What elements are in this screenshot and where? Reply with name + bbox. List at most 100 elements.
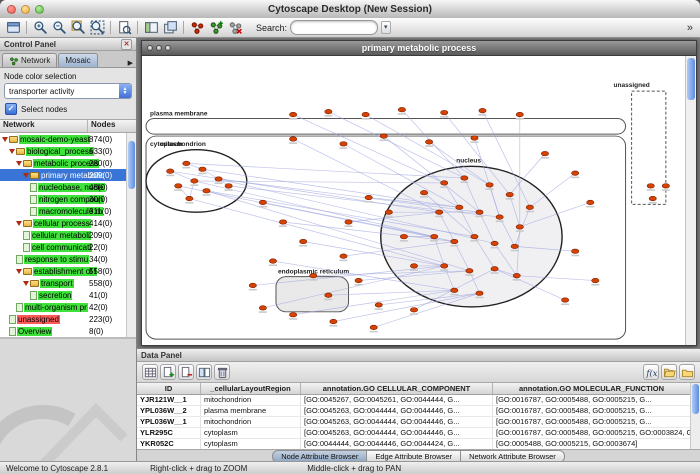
network-node[interactable] (541, 151, 548, 155)
network-node[interactable] (183, 161, 190, 165)
tree-row[interactable]: multi-organism pr42(0) (0, 301, 127, 313)
combobox-arrows-icon[interactable]: ▲▼ (119, 84, 131, 98)
network-node[interactable] (186, 196, 193, 200)
network-node[interactable] (199, 167, 206, 171)
network-node[interactable] (461, 176, 468, 180)
tree-row-label[interactable]: response to stimu (24, 255, 89, 264)
table-cell[interactable]: [GO:0045263, GO:0044444, GO:0044446, G..… (301, 417, 493, 427)
network-node[interactable] (355, 278, 362, 282)
table-cell[interactable]: [GO:0016787, GO:0005488, GO:0005215, G..… (493, 406, 691, 416)
network-node[interactable] (345, 220, 352, 224)
network-node[interactable] (441, 110, 448, 114)
tree-row[interactable]: cellular process414(0) (0, 217, 127, 229)
network-graph[interactable]: plasma membranecytoplasmmitochondrionnuc… (142, 56, 686, 345)
table-cell[interactable]: [GO:0045267, GO:0045261, GO:0044444, G..… (301, 395, 493, 405)
tree-row[interactable]: nucleobase, nucle48(0) (0, 181, 127, 193)
zoom-in-icon[interactable] (31, 19, 49, 37)
network-node[interactable] (436, 210, 443, 214)
tree-row[interactable]: unassigned223(0) (0, 313, 127, 325)
tree-row-label[interactable]: biological_process (26, 147, 94, 156)
fx-icon[interactable]: f(x) (643, 364, 659, 380)
tree-row[interactable]: mosaic-demo-yeast874(0) (0, 133, 127, 145)
table-row[interactable]: YPL036W__1mitochondrion[GO:0045263, GO:0… (137, 417, 691, 428)
network-node[interactable] (471, 136, 478, 140)
network-node[interactable] (249, 283, 256, 287)
network-node[interactable] (375, 303, 382, 307)
tree-column-network[interactable]: Network (0, 120, 88, 132)
doc-plus-icon[interactable] (160, 364, 176, 380)
search-options-button[interactable]: ▾ (381, 21, 391, 34)
tree-scrollbar[interactable] (126, 133, 136, 337)
network-node[interactable] (491, 267, 498, 271)
network-node[interactable] (325, 109, 332, 113)
control-panel-close-icon[interactable]: ✕ (121, 39, 132, 50)
network-node[interactable] (420, 190, 427, 194)
tree-expander-icon[interactable] (2, 137, 8, 142)
table-column-header[interactable]: annotation.GO CELLULAR_COMPONENT (301, 383, 493, 394)
search-input[interactable] (290, 20, 378, 35)
table-row[interactable]: YPL036W__2plasma membrane[GO:0045263, GO… (137, 406, 691, 417)
network-overview-icon[interactable] (188, 19, 206, 37)
network-node[interactable] (325, 293, 332, 297)
network-node[interactable] (587, 200, 594, 204)
frame-minimize-button[interactable] (156, 45, 162, 51)
destroy-view-icon[interactable] (226, 19, 244, 37)
table-scrollbar[interactable] (690, 383, 700, 449)
network-node[interactable] (300, 239, 307, 243)
network-node[interactable] (496, 215, 503, 219)
network-node[interactable] (513, 273, 520, 277)
tree-expander-icon[interactable] (16, 161, 22, 166)
table-cell[interactable]: [GO:0045263, GO:0044444, GO:0044446, G..… (301, 428, 493, 438)
network-node[interactable] (486, 183, 493, 187)
network-node[interactable] (451, 239, 458, 243)
tab-scroll-right-button[interactable]: ▶ (128, 59, 133, 67)
network-node[interactable] (441, 181, 448, 185)
tab-mosaic[interactable]: Mosaic (58, 53, 97, 67)
table-cell[interactable]: cytoplasm (201, 428, 301, 438)
table-cell[interactable]: mitochondrion (201, 417, 301, 427)
network-node[interactable] (398, 107, 405, 111)
tree-row-label[interactable]: cellular metaboli (31, 231, 91, 240)
network-node[interactable] (466, 269, 473, 273)
tree-expander-icon[interactable] (23, 281, 29, 286)
network-node[interactable] (289, 137, 296, 141)
table-column-header[interactable]: annotation.GO MOLECULAR_FUNCTION (493, 383, 691, 394)
folder-icon[interactable] (679, 364, 695, 380)
tree-row[interactable]: response to stimu34(0) (0, 253, 127, 265)
tree-row[interactable]: biological_process633(0) (0, 145, 127, 157)
select-nodes-checkbox[interactable]: ✓ (5, 103, 17, 115)
columns-icon[interactable] (196, 364, 212, 380)
tree-row[interactable]: metabolic process280(0) (0, 157, 127, 169)
table-cell[interactable]: YKR052C (137, 439, 201, 449)
table-cell[interactable]: [GO:0005488, GO:0005215, GO:0003674] (493, 439, 691, 449)
tree-row-label[interactable]: Overview (17, 327, 52, 336)
table-cell[interactable]: YPL036W__2 (137, 406, 201, 416)
tree-row[interactable]: nitrogen compoun30(0) (0, 193, 127, 205)
network-node[interactable] (425, 140, 432, 144)
network-node[interactable] (662, 184, 669, 188)
table-cell[interactable]: YJR121W__1 (137, 395, 201, 405)
tree-row-label[interactable]: transport (40, 279, 74, 288)
zoom-out-icon[interactable] (50, 19, 68, 37)
network-node[interactable] (289, 112, 296, 116)
network-node[interactable] (310, 273, 317, 277)
network-node[interactable] (340, 254, 347, 258)
network-node[interactable] (370, 325, 377, 329)
network-node[interactable] (279, 220, 286, 224)
network-node[interactable] (471, 234, 478, 238)
network-node[interactable] (451, 288, 458, 292)
tree-row[interactable]: transport558(0) (0, 277, 127, 289)
table-cell[interactable]: [GO:0016787, GO:0005488, GO:0005215, G..… (493, 395, 691, 405)
table-row[interactable]: YLR295Ccytoplasm[GO:0045263, GO:0044444,… (137, 428, 691, 439)
network-node[interactable] (647, 184, 654, 188)
network-node[interactable] (167, 169, 174, 173)
search-network-icon[interactable] (115, 19, 133, 37)
network-node[interactable] (441, 264, 448, 268)
table-cell[interactable]: [GO:0016787, GO:0005488, GO:0005215, GO:… (493, 428, 691, 438)
tree-row-label[interactable]: unassigned (17, 315, 60, 324)
network-node[interactable] (385, 210, 392, 214)
tree-expander-icon[interactable] (23, 173, 29, 178)
network-node[interactable] (526, 205, 533, 209)
tree-row[interactable]: Overview8(0) (0, 325, 127, 337)
hide-panels-icon[interactable] (142, 19, 160, 37)
